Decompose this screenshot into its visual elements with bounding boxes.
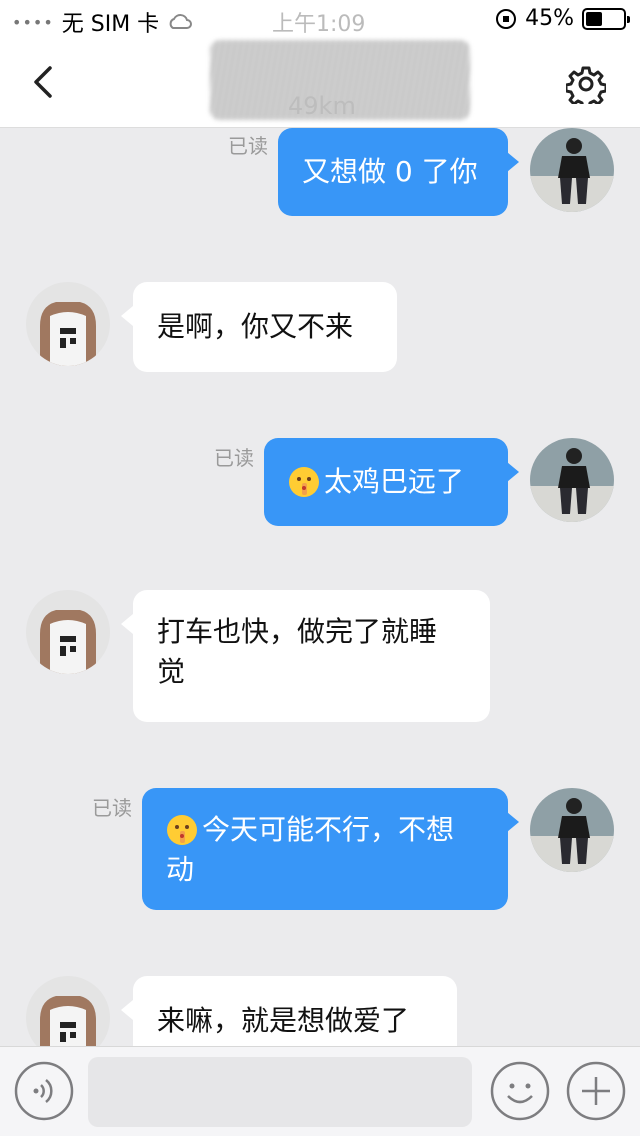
- avatar-contact[interactable]: [26, 282, 110, 366]
- voice-icon[interactable]: [14, 1061, 74, 1121]
- signal-dots: ••••: [12, 12, 54, 32]
- distance-label: 49km: [288, 92, 356, 120]
- bubble-tail: [121, 1000, 133, 1020]
- gear-icon[interactable]: [566, 64, 606, 104]
- message-input[interactable]: [88, 1057, 472, 1127]
- read-receipt: 已读: [214, 446, 254, 470]
- status-right: 45%: [495, 6, 630, 31]
- bubble-tail: [507, 812, 519, 832]
- carrier-label: 无 SIM 卡: [61, 12, 160, 37]
- message-first-line: 今天可能不行，不想: [166, 810, 454, 850]
- wifi-cloud-icon: [169, 14, 193, 29]
- avatar-contact[interactable]: [26, 590, 110, 674]
- plus-icon[interactable]: [566, 1061, 626, 1121]
- orientation-lock-icon: [496, 8, 517, 29]
- battery-icon: [582, 7, 630, 30]
- message-text: 太鸡巴远了: [324, 465, 465, 498]
- message-list[interactable]: 已读 又想做 0 了你 是啊，你又不来 已读 太鸡巴远了 打车也快，做完了就睡 …: [0, 128, 640, 1046]
- avatar-self[interactable]: [530, 438, 614, 522]
- bubble-tail: [507, 462, 519, 482]
- read-receipt: 已读: [228, 134, 268, 158]
- emoji-icon[interactable]: [490, 1061, 550, 1121]
- status-time: 上午1:09: [272, 12, 366, 37]
- bubble-tail: [507, 152, 519, 172]
- message-text: 又想做 0 了你: [302, 155, 478, 188]
- message-bubble-outgoing[interactable]: 太鸡巴远了: [264, 438, 508, 526]
- message-text-line: 觉: [157, 655, 186, 688]
- input-bar: [0, 1046, 640, 1136]
- message-text: 是啊，你又不来: [157, 310, 354, 343]
- back-icon[interactable]: [24, 62, 64, 102]
- shush-face-icon: [289, 467, 319, 497]
- bubble-tail: [121, 306, 133, 326]
- avatar-self[interactable]: [530, 128, 614, 212]
- avatar-self[interactable]: [530, 788, 614, 872]
- bubble-tail: [121, 614, 133, 634]
- message-text: 来嘛，就是想做爱了: [157, 1004, 410, 1037]
- shush-face-icon: [167, 815, 197, 845]
- message-text-line: 动: [166, 853, 195, 886]
- message-bubble-outgoing[interactable]: 今天可能不行，不想 动: [142, 788, 508, 910]
- read-receipt: 已读: [92, 796, 132, 820]
- status-bar: •••• 无 SIM 卡 上午1:09 45%: [0, 0, 640, 40]
- message-bubble-incoming[interactable]: 来嘛，就是想做爱了: [133, 976, 457, 1046]
- message-text-line: 打车也快，做完了就睡: [157, 615, 438, 648]
- message-bubble-incoming[interactable]: 打车也快，做完了就睡 觉: [133, 590, 490, 722]
- battery-percent: 45%: [525, 6, 574, 31]
- carrier-info: •••• 无 SIM 卡: [12, 6, 193, 38]
- message-bubble-incoming[interactable]: 是啊，你又不来: [133, 282, 397, 372]
- chat-header: 49km: [0, 40, 640, 128]
- avatar-contact[interactable]: [26, 976, 110, 1046]
- message-bubble-outgoing[interactable]: 又想做 0 了你: [278, 128, 508, 216]
- message-text-line: 今天可能不行，不想: [202, 813, 455, 846]
